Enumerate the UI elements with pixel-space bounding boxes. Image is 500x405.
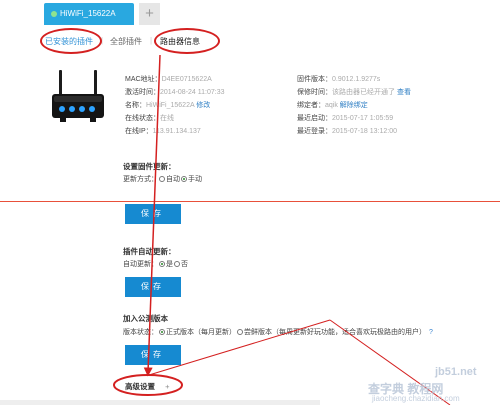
watermark-text: jb51.net (435, 366, 477, 378)
router-icon (52, 70, 104, 122)
annotation-arrows (113, 54, 451, 405)
info-label: 名称： (125, 102, 146, 109)
auto-update-label: 自动更新： (123, 261, 158, 268)
firmware-update-row: 更新方式： 自动 手动 (123, 174, 202, 184)
info-label: 绑定者： (297, 102, 325, 109)
info-label: 激活时间： (125, 89, 160, 96)
info-value: D4EE0715622A (161, 76, 212, 83)
info-value: 该路由器已经开通了 (332, 89, 395, 96)
info-row-warranty: 保修时间：该路由器已经开通了 查看 (297, 87, 411, 97)
radio-manual[interactable] (181, 176, 187, 182)
advanced-settings-label: 高级设置 (125, 382, 155, 391)
radio-no-label: 否 (181, 261, 188, 268)
info-value: aqik (325, 102, 338, 109)
annotation-circle (154, 28, 220, 54)
info-value: HiWiFi_15622A (146, 102, 195, 109)
info-label: 在线IP： (125, 128, 153, 135)
info-row-status: 在线状态：在线 (125, 113, 174, 123)
annotation-circle (40, 28, 102, 54)
save-button-beta[interactable]: 保存 (125, 345, 181, 365)
save-button-plugin[interactable]: 保存 (125, 277, 181, 297)
save-button-firmware[interactable]: 保存 (125, 204, 181, 224)
radio-official-label: 正式版本（每月更新） (166, 329, 236, 336)
online-dot-icon (51, 11, 57, 17)
radio-yes[interactable] (159, 261, 165, 267)
plugin-update-title: 插件自动更新： (123, 247, 176, 256)
radio-manual-label: 手动 (188, 176, 202, 183)
info-row-bound: 绑定者：aqik 解除绑定 (297, 100, 368, 110)
info-value: 在线 (160, 115, 174, 122)
info-row-activated: 激活时间：2014-08-24 11:07:33 (125, 87, 224, 97)
subnav-all-plugins[interactable]: 全部插件 (110, 36, 142, 47)
view-warranty-link[interactable]: 查看 (397, 89, 411, 96)
expand-plus-icon: + (165, 382, 170, 391)
info-row-mac: MAC地址：D4EE0715622A (125, 74, 212, 84)
version-status-label: 版本状态： (123, 329, 158, 336)
annotation-horizontal-line (0, 201, 500, 202)
firmware-update-title: 设置固件更新： (123, 162, 176, 171)
beta-row: 版本状态： 正式版本（每月更新） 尝鲜版本（每周更新好玩功能，适合喜欢玩极路由的用户… (123, 327, 433, 337)
rename-link[interactable]: 修改 (196, 102, 210, 109)
info-label: 在线状态： (125, 115, 160, 122)
watermark-text: jiaocheng.chazidian.com (372, 394, 460, 403)
info-row-ip: 在线IP：113.91.134.137 (125, 126, 201, 136)
info-value: 0.9012.1.9277s (332, 76, 381, 83)
info-value: 2015-07-18 13:12:00 (332, 128, 397, 135)
advanced-settings-toggle[interactable]: 高级设置 + (125, 381, 169, 392)
info-label: 最近启动： (297, 115, 332, 122)
help-icon[interactable]: ? (429, 329, 433, 336)
radio-beta-label: 尝鲜版本（每周更新好玩功能，适合喜欢玩极路由的用户） (244, 329, 426, 336)
plugin-update-row: 自动更新： 是 否 (123, 259, 188, 269)
tab-device[interactable]: HiWiFi_15622A (44, 3, 134, 25)
update-mode-label: 更新方式： (123, 176, 158, 183)
radio-yes-label: 是 (166, 261, 173, 268)
radio-beta[interactable] (237, 329, 243, 335)
radio-auto-label: 自动 (166, 176, 180, 183)
info-value: 2015-07-17 1:05:59 (332, 115, 394, 122)
info-label: 固件版本： (297, 76, 332, 83)
info-row-last-login: 最近登录：2015-07-18 13:12:00 (297, 126, 397, 136)
info-label: 保修时间： (297, 89, 332, 96)
radio-official[interactable] (159, 329, 165, 335)
tab-device-label: HiWiFi_15622A (60, 9, 116, 18)
info-row-firmware: 固件版本：0.9012.1.9277s (297, 74, 380, 84)
beta-title: 加入公测版本 (123, 314, 168, 323)
add-tab-button[interactable]: + (139, 3, 160, 25)
info-value: 113.91.134.137 (152, 128, 201, 135)
info-value: 2014-08-24 11:07:33 (160, 89, 225, 96)
info-label: 最近登录： (297, 128, 332, 135)
info-label: MAC地址： (125, 76, 162, 83)
info-row-name: 名称：HiWiFi_15622A 修改 (125, 100, 210, 110)
subnav-separator: | (150, 36, 153, 45)
info-row-last-boot: 最近启动：2015-07-17 1:05:59 (297, 113, 393, 123)
unbind-link[interactable]: 解除绑定 (340, 102, 368, 109)
status-bar (0, 400, 320, 405)
radio-no[interactable] (174, 261, 180, 267)
radio-auto[interactable] (159, 176, 165, 182)
